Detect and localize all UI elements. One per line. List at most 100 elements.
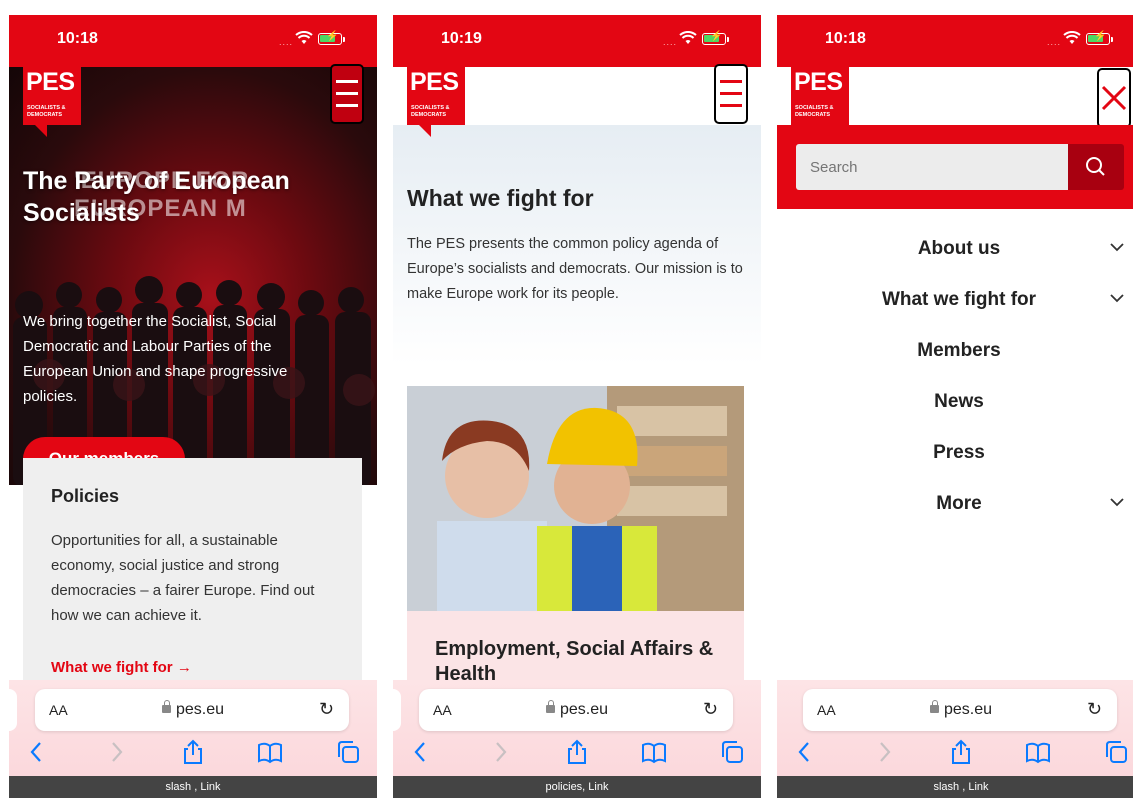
page-title: What we fight for xyxy=(407,185,594,211)
nav-item-members[interactable]: Members xyxy=(777,331,1133,371)
nav-item-news[interactable]: News xyxy=(777,382,1133,422)
forward-icon[interactable] xyxy=(102,738,130,766)
logo-subtitle-2: DEMOCRATS xyxy=(795,112,831,118)
page-description: The PES presents the common policy agend… xyxy=(407,236,743,302)
logo-subtitle-1: SOCIALISTS & xyxy=(27,105,66,111)
back-icon[interactable] xyxy=(23,738,51,766)
close-icon xyxy=(1101,85,1127,111)
reload-icon[interactable]: ↻ xyxy=(319,699,334,720)
chevron-down-icon[interactable] xyxy=(1109,496,1125,508)
nav-item-what-we-fight-for[interactable]: What we fight for xyxy=(777,280,1133,320)
search-input[interactable] xyxy=(796,144,1068,190)
nav-label: Members xyxy=(917,340,1001,361)
logo-subtitle-1: SOCIALISTS & xyxy=(411,105,450,111)
hamburger-menu-button[interactable] xyxy=(330,64,364,124)
status-bar: 10:19 .... ⚡ xyxy=(393,15,761,67)
screen-what-we-fight-for: 10:19 .... ⚡ PES SOCIALISTS & DEMOCRATS … xyxy=(393,15,761,798)
tabs-icon[interactable] xyxy=(718,738,746,766)
url-text[interactable]: pes.eu xyxy=(176,701,224,719)
status-bar: 10:18 .... ⚡ xyxy=(9,15,377,67)
hero-title: The Party of European Socialists xyxy=(23,167,290,227)
signal-icon: .... xyxy=(1047,37,1062,47)
status-time: 10:19 xyxy=(441,30,482,47)
close-menu-button[interactable] xyxy=(1097,68,1131,128)
url-text[interactable]: pes.eu xyxy=(560,701,608,719)
status-bar: 10:18 .... ⚡ xyxy=(777,15,1133,67)
reload-icon[interactable]: ↻ xyxy=(703,699,718,720)
signal-icon: .... xyxy=(663,37,678,47)
tabs-icon[interactable] xyxy=(334,738,362,766)
bookmarks-icon[interactable] xyxy=(640,738,668,766)
battery-icon: ⚡ xyxy=(702,31,726,45)
reload-icon[interactable]: ↻ xyxy=(1087,699,1102,720)
search-button[interactable] xyxy=(1068,144,1124,190)
nav-label: About us xyxy=(917,238,1001,259)
hamburger-icon xyxy=(336,80,358,83)
nav-item-press[interactable]: Press xyxy=(777,433,1133,473)
hero-section: 'EUROPE FOR EUROPEAN M The Party of Euro… xyxy=(9,67,377,485)
logo-subtitle-2: DEMOCRATS xyxy=(411,112,447,118)
nav-label: Press xyxy=(933,442,985,463)
nav-label: News xyxy=(934,391,984,412)
bookmarks-icon[interactable] xyxy=(1024,738,1052,766)
battery-icon: ⚡ xyxy=(318,31,342,45)
workers-photo xyxy=(407,386,744,611)
back-icon[interactable] xyxy=(791,738,819,766)
address-bar[interactable]: AA pes.eu ↻ xyxy=(419,689,733,731)
pes-logo[interactable]: PES SOCIALISTS & DEMOCRATS xyxy=(407,67,465,137)
nav-label: What we fight for xyxy=(881,289,1037,310)
wifi-icon xyxy=(1063,31,1081,44)
nav-label: More xyxy=(936,493,982,514)
back-icon[interactable] xyxy=(407,738,435,766)
policies-description: Opportunities for all, a sustainable eco… xyxy=(51,532,315,624)
policies-card: Policies Opportunities for all, a sustai… xyxy=(23,458,362,718)
screen-home: 'EUROPE FOR EUROPEAN M The Party of Euro… xyxy=(9,15,377,798)
tabs-icon[interactable] xyxy=(1102,738,1130,766)
nav-item-about-us[interactable]: About us xyxy=(777,229,1133,269)
wifi-icon xyxy=(679,31,697,44)
logo-text: PES xyxy=(26,68,75,96)
lock-icon xyxy=(162,700,171,713)
pes-logo[interactable]: PES SOCIALISTS & DEMOCRATS xyxy=(791,67,849,125)
hamburger-icon xyxy=(720,80,742,83)
share-icon[interactable] xyxy=(563,738,591,766)
browser-toolbar: AA pes.eu ↻ xyxy=(777,680,1133,776)
pes-logo[interactable]: PES SOCIALISTS & DEMOCRATS xyxy=(23,67,81,137)
logo-subtitle-1: SOCIALISTS & xyxy=(795,105,834,111)
nav-item-more[interactable]: More xyxy=(777,484,1133,524)
battery-icon: ⚡ xyxy=(1086,31,1110,45)
forward-icon[interactable] xyxy=(486,738,514,766)
policies-title: Policies xyxy=(51,486,120,506)
logo-subtitle-2: DEMOCRATS xyxy=(27,112,63,118)
previous-tab-peek[interactable] xyxy=(9,689,17,731)
chevron-down-icon[interactable] xyxy=(1109,292,1125,304)
hamburger-menu-button[interactable] xyxy=(714,64,748,124)
status-time: 10:18 xyxy=(57,30,98,47)
hero-description: We bring together the Socialist, Social … xyxy=(23,313,288,405)
previous-tab-peek[interactable] xyxy=(393,689,401,731)
reader-aa-button[interactable]: AA xyxy=(817,702,836,718)
status-link-label: policies, Link xyxy=(393,776,761,798)
share-icon[interactable] xyxy=(179,738,207,766)
what-we-fight-for-link[interactable]: What we fight for → xyxy=(51,659,192,676)
status-link-label: slash , Link xyxy=(9,776,377,798)
browser-toolbar: AA pes.eu ↻ xyxy=(9,680,377,776)
address-bar[interactable]: AA pes.eu ↻ xyxy=(35,689,349,731)
reader-aa-button[interactable]: AA xyxy=(433,702,452,718)
address-bar[interactable]: AA pes.eu ↻ xyxy=(803,689,1117,731)
logo-text: PES xyxy=(410,68,459,96)
url-text[interactable]: pes.eu xyxy=(944,701,992,719)
bookmarks-icon[interactable] xyxy=(256,738,284,766)
chevron-down-icon[interactable] xyxy=(1109,241,1125,253)
lock-icon xyxy=(930,700,939,713)
reader-aa-button[interactable]: AA xyxy=(49,702,68,718)
status-link-label: slash , Link xyxy=(777,776,1133,798)
share-icon[interactable] xyxy=(947,738,975,766)
search-icon xyxy=(1086,157,1105,176)
forward-icon[interactable] xyxy=(870,738,898,766)
screen-menu-open: 10:18 .... ⚡ PES SOCIALISTS & DEMOCRATS … xyxy=(777,15,1133,798)
status-time: 10:18 xyxy=(825,30,866,47)
lock-icon xyxy=(546,700,555,713)
search-bar xyxy=(777,125,1133,209)
wifi-icon xyxy=(295,31,313,44)
